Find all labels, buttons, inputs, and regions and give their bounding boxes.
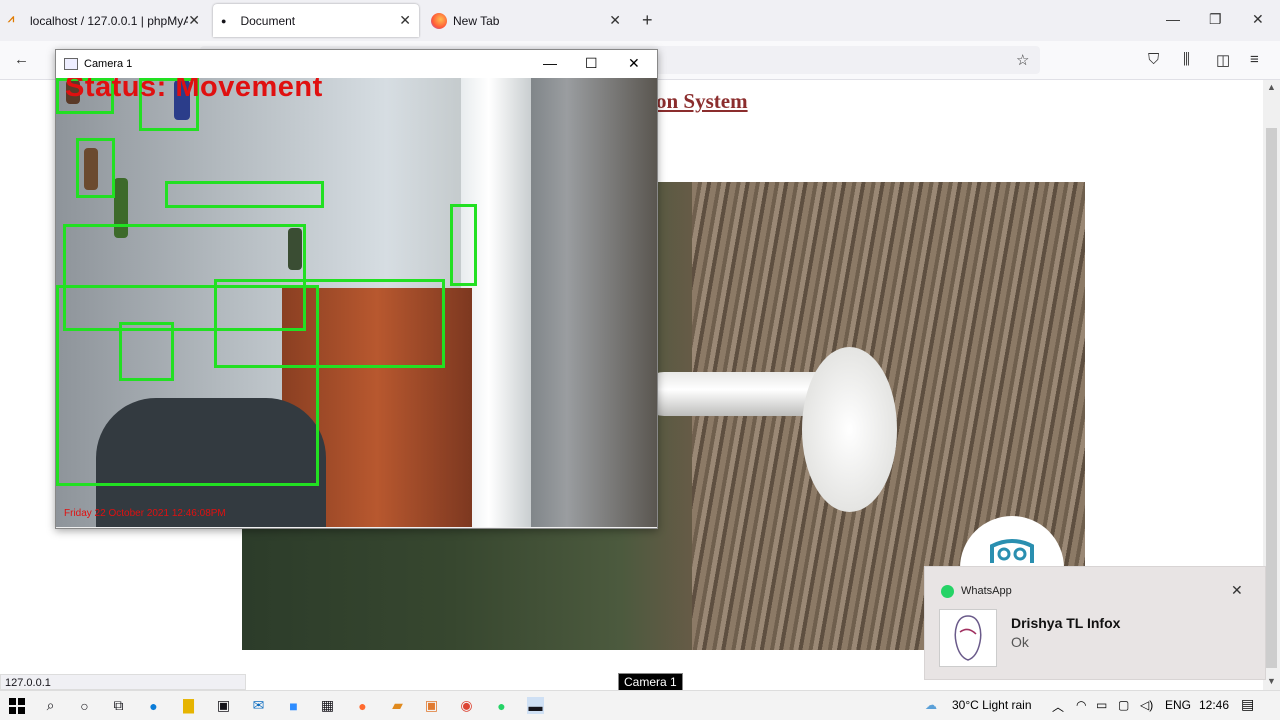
pocket-icon[interactable]: ⛉ [1148,51,1159,68]
bookmark-star-icon[interactable]: ☆ [1016,51,1029,69]
firefox-icon[interactable]: ● [354,697,371,714]
camera-feed: Status: Movement Friday 22 October 2021 … [56,78,657,527]
camera-title-bar[interactable]: Camera 1 — ☐ ✕ [56,50,657,78]
camera-window[interactable]: Camera 1 — ☐ ✕ Status: Movement Friday 2… [55,49,658,529]
zoom-icon[interactable]: ■ [285,697,302,714]
language-indicator[interactable]: ENG [1165,698,1191,712]
tab-phpmyadmin[interactable]: ⩘ localhost / 127.0.0.1 | phpMyAd ✕ [8,0,204,41]
close-window-icon[interactable]: ✕ [1252,11,1264,28]
tab-title: Document [240,13,296,28]
search-icon[interactable]: ⌕ [42,697,59,714]
volume-icon[interactable]: ◁) [1140,698,1153,712]
window-app-icon [64,58,78,70]
restore-icon[interactable]: ❐ [1209,11,1222,28]
camera-app-icon[interactable]: ▬ [527,697,544,714]
windows-start-icon[interactable] [8,697,25,714]
link-status-url: 127.0.0.1 [0,674,246,690]
store-icon[interactable]: ▣ [215,697,232,714]
postman-icon[interactable]: ▣ [423,697,440,714]
camera-close-icon[interactable]: ✕ [628,55,640,72]
windows-taskbar: ⌕ ○ ⧉ ● ▇ ▣ ✉ ■ ▦ ● ▰ ▣ ◉ ● ▬ ☁ 30°C Lig… [0,690,1280,720]
action-center-icon[interactable]: ▤ [1241,696,1254,713]
notification-message: Ok [1011,634,1029,650]
phpmyadmin-icon: ⩘ [8,12,15,25]
camera-minimize-icon[interactable]: — [543,55,557,71]
detection-box [119,322,174,381]
minimize-icon[interactable]: — [1166,11,1180,27]
menu-hamburger-icon[interactable]: ≡ [1250,51,1259,68]
show-hidden-icons-chevron-icon[interactable]: ︿ [1052,698,1064,715]
scroll-up-icon[interactable]: ▲ [1267,82,1276,92]
motion-status-text: Status: Movement [65,78,323,103]
close-tab-icon[interactable]: ✕ [399,12,411,29]
weather-icon: ☁ [925,698,937,712]
browser-tab-bar: ⩘ localhost / 127.0.0.1 | phpMyAd ✕ ● Do… [0,0,1280,41]
mail-icon[interactable]: ✉ [250,697,267,714]
unsaved-dot-icon: ● [221,15,227,26]
clock[interactable]: 12:46 [1199,698,1229,712]
edge-icon[interactable]: ● [145,697,162,714]
display-icon[interactable]: ▢ [1118,698,1129,712]
page-heading[interactable]: on System [656,89,748,114]
detection-box [450,204,477,286]
sublime-icon[interactable]: ▰ [389,697,406,714]
scrollbar-thumb[interactable] [1266,128,1277,668]
camera-timestamp: Friday 22 October 2021 12:46:08PM [64,508,226,519]
tab-title: localhost / 127.0.0.1 | phpMyAd [30,13,188,28]
notification-sender: Drishya TL Infox [1011,615,1121,631]
cortana-icon[interactable]: ○ [76,697,93,714]
camera-maximize-icon[interactable]: ☐ [585,55,598,72]
camera-window-title: Camera 1 [84,58,133,70]
chrome-icon[interactable]: ◉ [458,697,475,714]
pycharm-icon[interactable]: ▦ [319,697,336,714]
library-icon[interactable]: ⫼ [1183,51,1190,68]
whatsapp-notification[interactable]: WhatsApp ✕ Drishya TL Infox Ok [924,566,1266,680]
tab-new-tab[interactable]: New Tab ✕ [431,0,627,41]
whatsapp-icon[interactable]: ● [493,697,510,714]
tab-document[interactable]: ● Document ✕ [213,4,419,37]
task-view-icon[interactable]: ⧉ [110,697,127,714]
sender-avatar [939,609,997,667]
mount-plate [802,347,897,512]
notification-app-name: WhatsApp [961,585,1012,597]
close-tab-icon[interactable]: ✕ [188,12,200,29]
weather-text[interactable]: 30°C Light rain [952,698,1032,712]
scroll-down-icon[interactable]: ▼ [1267,676,1276,686]
network-icon[interactable]: ◠ [1076,698,1086,712]
close-tab-icon[interactable]: ✕ [609,12,621,29]
sidebar-icon[interactable]: ◫ [1216,51,1230,69]
detection-box [76,138,115,198]
back-arrow-icon[interactable]: ← [14,51,29,68]
tab-title: New Tab [453,13,500,28]
firefox-icon [431,12,447,29]
detection-box [165,181,324,208]
file-explorer-icon[interactable]: ▇ [180,697,197,714]
notification-close-icon[interactable]: ✕ [1231,582,1243,599]
whatsapp-icon [941,585,954,598]
taskbar-tooltip: Camera 1 [618,673,683,691]
new-tab-plus-icon[interactable]: + [642,10,653,31]
detection-box [214,279,445,368]
battery-icon[interactable]: ▭ [1096,698,1107,712]
